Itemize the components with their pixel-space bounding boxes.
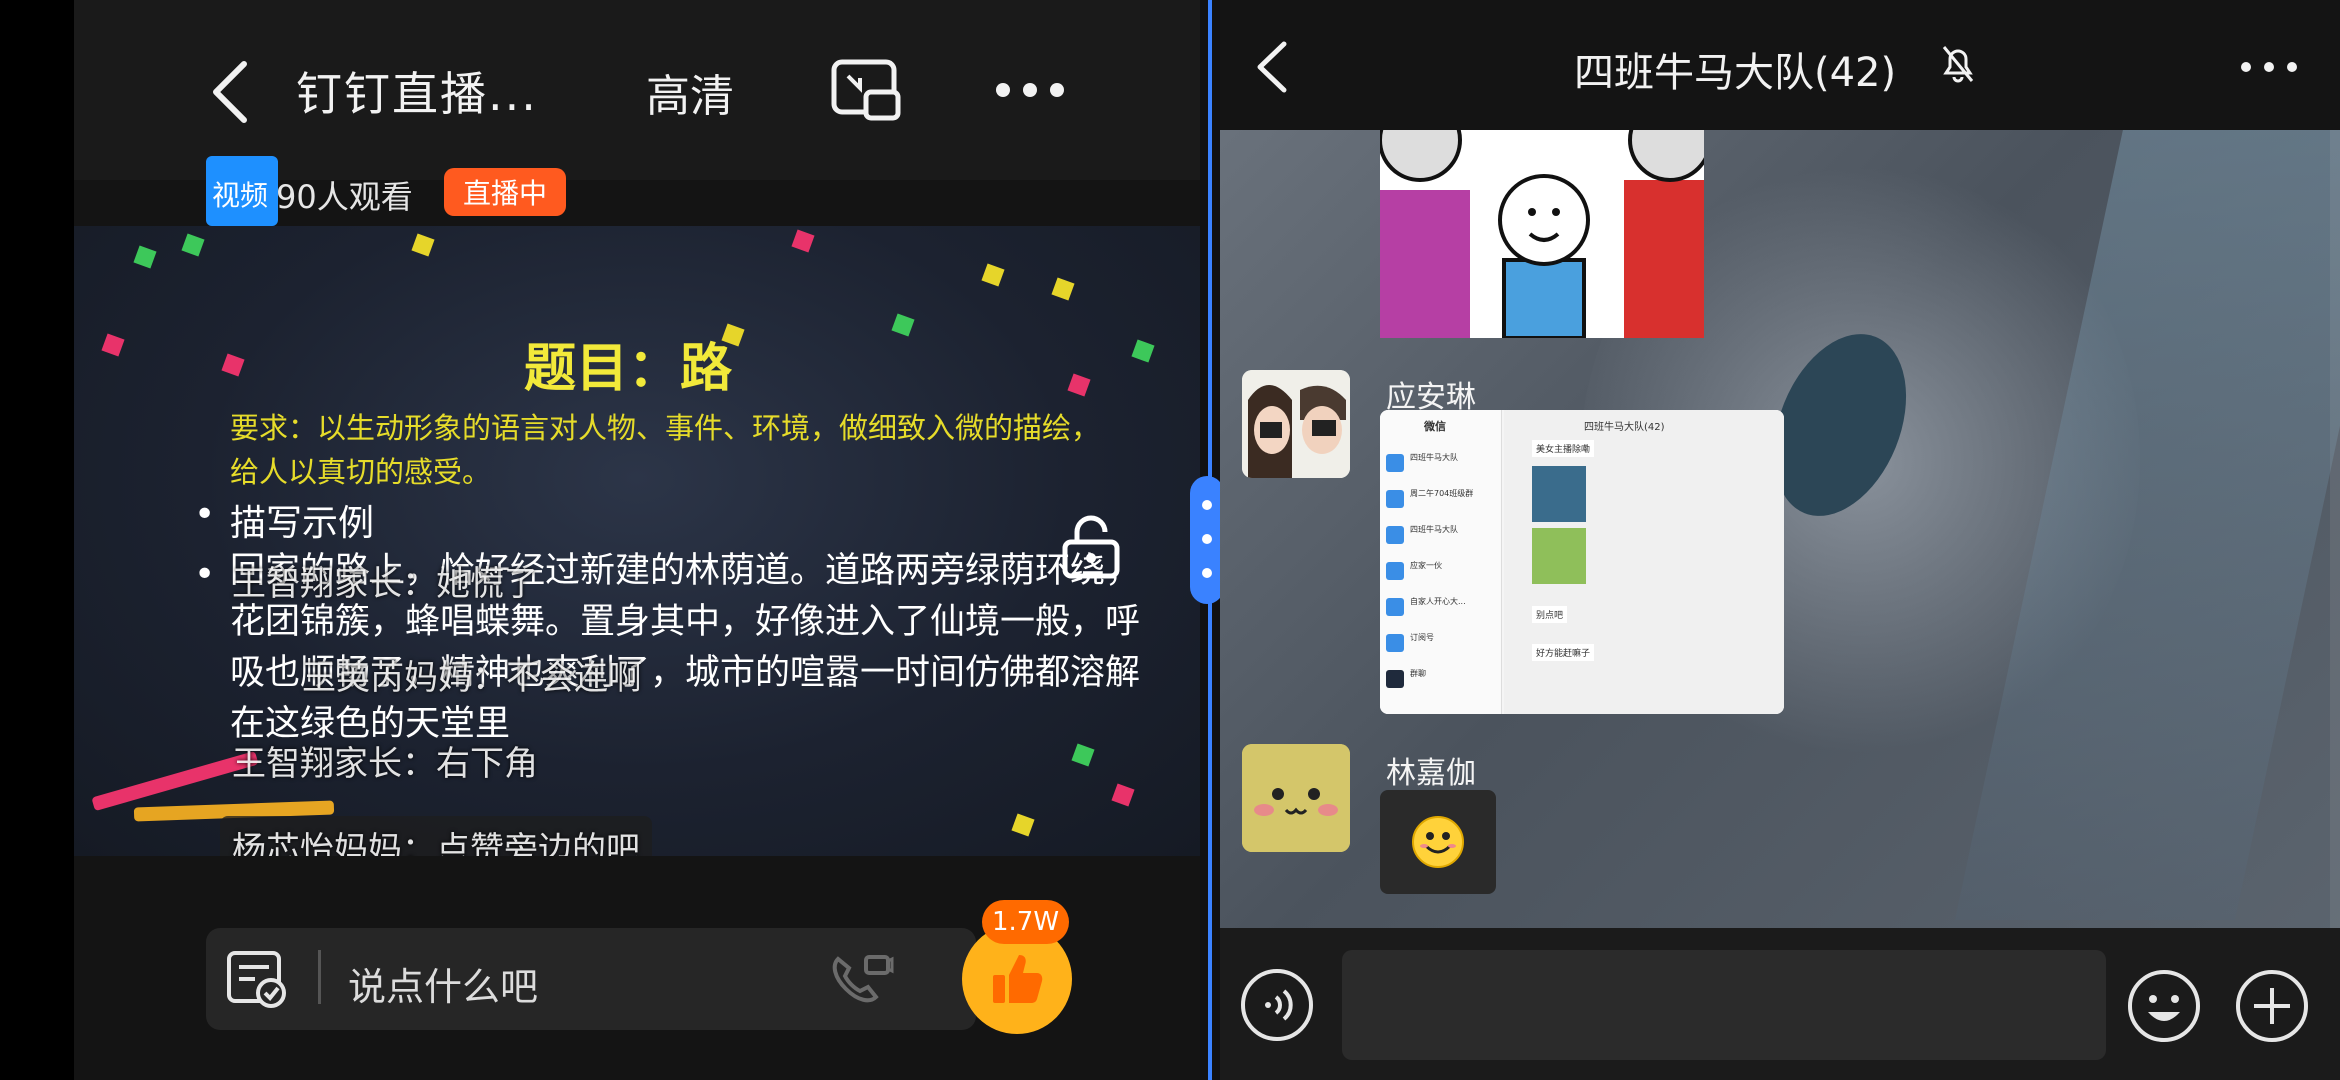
plus-icon[interactable] (2234, 968, 2310, 1044)
confetti (891, 313, 915, 337)
voice-icon[interactable] (1240, 968, 1314, 1042)
emoji-icon[interactable] (2126, 968, 2202, 1044)
confetti (181, 233, 205, 257)
more-icon[interactable] (2234, 52, 2304, 82)
danmu-comment: 王智翔家长：右下角 (232, 744, 538, 784)
message-input[interactable] (1342, 950, 2106, 1060)
list-item-label: 周二午704班级群 (1410, 489, 1474, 498)
screenshot-photo (1532, 466, 1586, 522)
edge-bar (0, 0, 74, 1080)
confetti (221, 353, 245, 377)
confetti (791, 229, 815, 253)
screenshot-list: 微信 四班牛马大队 周二午704班级群 四班牛马大队 应家一伙 自家人开心大..… (1380, 410, 1502, 714)
bullet-dot: • (194, 554, 216, 595)
handle-dot (1202, 500, 1212, 510)
comment-placeholder[interactable]: 说点什么吧 (348, 956, 538, 1011)
slide-title: 题目：路 (524, 339, 733, 399)
list-item-label: 四班牛马大队 (1410, 525, 1458, 534)
chat-pane: 四班牛马大队(42) 应安琳 微信 四班牛马大队 周二午704班级群 四班牛马大… (1220, 0, 2340, 1080)
list-item: 订阅号 (1386, 630, 1496, 658)
divider (318, 950, 321, 1004)
confetti (1067, 373, 1091, 397)
list-item-label: 自家人开心大... (1410, 597, 1466, 606)
call-icon[interactable] (826, 950, 896, 1012)
screenshot-bubble: 好方能赶嘛子 (1532, 644, 1595, 661)
confetti (1011, 813, 1035, 837)
screenshot-tab: 微信 (1424, 420, 1446, 433)
chat-title: 四班牛马大队(42) (1574, 50, 1897, 96)
list-item: 应家一伙 (1386, 558, 1496, 586)
handle-dot (1202, 568, 1212, 578)
screenshot-chat-title: 四班牛马大队(42) (1584, 422, 1665, 433)
confetti (133, 245, 157, 269)
live-title: 钉钉直播... (296, 67, 538, 121)
image-message[interactable] (1380, 130, 1704, 338)
unlock-icon[interactable] (1054, 510, 1128, 584)
viewer-badge-label: 视频 (212, 179, 269, 212)
slide-requirement: 要求：以生动形象的语言对人物、事件、环境，做细致入微的描绘，给人以真切的感受。 (230, 411, 1101, 489)
sender-name: 林嘉伽 (1386, 756, 1476, 791)
list-item-label: 四班牛马大队 (1410, 453, 1458, 462)
screenshot-bubble: 美女主播除嘞 (1532, 440, 1595, 457)
screenshot-chat: 四班牛马大队(42) 美女主播除嘞 别点吧 好方能赶嘛子 (1504, 410, 1784, 714)
list-item: 四班牛马大队 (1386, 522, 1496, 550)
split-drag-handle[interactable] (1190, 476, 1224, 604)
notice-icon[interactable] (222, 946, 292, 1012)
mute-bell-icon (1936, 42, 1980, 86)
back-icon[interactable] (200, 52, 260, 132)
live-stream-pane: 钉钉直播... 高清 视频 90人观看 直播中 题目：路 要求：以生动形象的语言… (0, 0, 1200, 1080)
avatar[interactable] (1242, 744, 1350, 852)
handle-dot (1202, 534, 1212, 544)
bullet-dot: • (194, 494, 216, 535)
confetti (1111, 783, 1135, 807)
quality-button[interactable]: 高清 (646, 60, 734, 124)
viewer-count: 90人观看 (276, 178, 413, 216)
confetti (981, 263, 1005, 287)
slide-bullet-1: 描写示例 (230, 503, 375, 544)
emoji-message[interactable] (1380, 790, 1496, 894)
list-item-label: 群聊 (1410, 669, 1426, 678)
list-item: 群聊 (1386, 666, 1496, 694)
like-count: 1.7W (982, 900, 1070, 944)
danmu-comment: 王英芮妈妈：不会连啊 (302, 658, 642, 698)
more-icon[interactable] (990, 70, 1070, 110)
screenshot-bubble: 别点吧 (1532, 606, 1568, 623)
confetti (101, 333, 125, 357)
list-item: 自家人开心大... (1386, 594, 1496, 622)
avatar[interactable] (1242, 370, 1350, 478)
list-item-label: 应家一伙 (1410, 561, 1442, 570)
confetti (1131, 339, 1155, 363)
screenshot-photo (1532, 528, 1586, 584)
danmu-comment: 王智翔家长：她慌了 (232, 564, 538, 604)
list-item-label: 订阅号 (1410, 633, 1434, 642)
back-icon[interactable] (1246, 36, 1296, 98)
viewer-badge: 视频 (206, 156, 278, 226)
image-message[interactable]: 微信 四班牛马大队 周二午704班级群 四班牛马大队 应家一伙 自家人开心大..… (1380, 410, 1784, 714)
live-status-badge: 直播中 (444, 168, 566, 216)
scrollbar[interactable] (2330, 130, 2340, 930)
confetti (411, 233, 435, 257)
confetti (1051, 277, 1075, 301)
list-item: 周二午704班级群 (1386, 486, 1496, 514)
list-item: 四班牛马大队 (1386, 450, 1496, 478)
pip-icon[interactable] (830, 58, 902, 124)
